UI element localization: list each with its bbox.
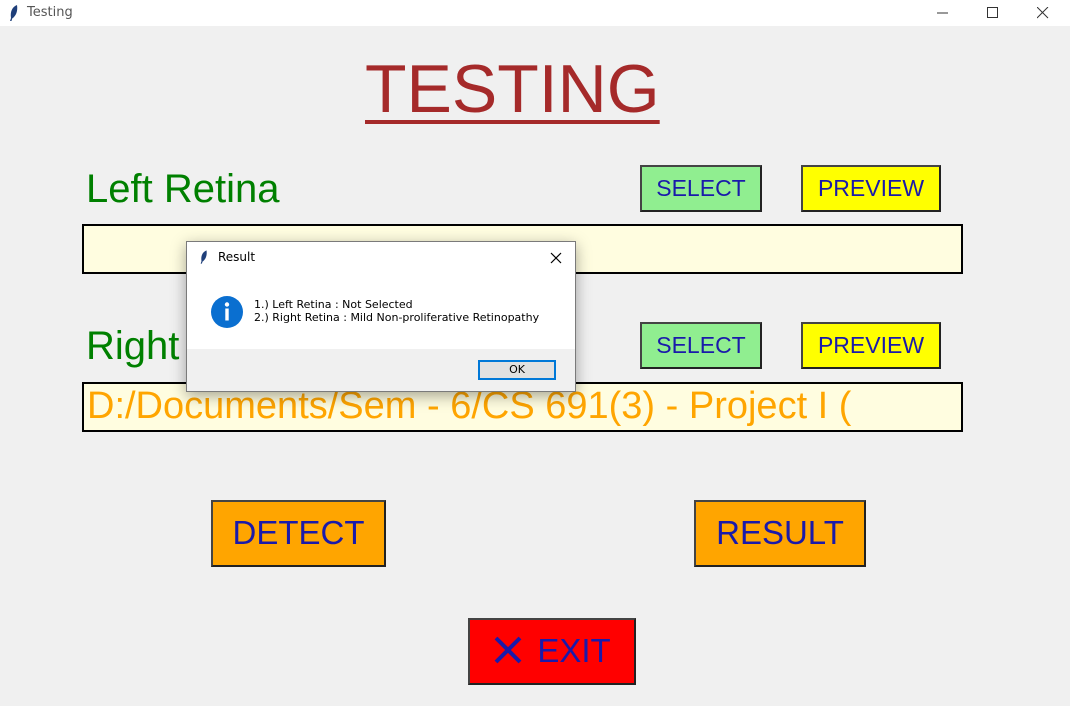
left-preview-button[interactable]: PREVIEW [801,165,941,212]
dialog-message-line-2: 2.) Right Retina : Mild Non-proliferativ… [254,311,540,324]
dialog-title: Result [218,250,256,264]
right-select-button[interactable]: SELECT [640,322,762,369]
close-icon [1037,7,1049,19]
info-icon [211,296,243,328]
detect-button[interactable]: DETECT [211,500,386,567]
result-button[interactable]: RESULT [694,500,866,567]
feather-icon [200,250,207,264]
minimize-icon [937,12,948,14]
right-preview-button[interactable]: PREVIEW [801,322,941,369]
dialog-message-line-1: 1.) Left Retina : Not Selected [254,298,413,311]
page-heading: TESTING [365,51,660,127]
feather-icon [10,5,18,21]
exit-button[interactable]: EXIT [468,618,636,685]
ok-button[interactable]: OK [478,360,556,380]
close-x-icon [494,636,522,664]
exit-label: EXIT [537,632,611,669]
maximize-icon [987,7,998,18]
left-retina-label: Left Retina [86,167,280,211]
window-title: Testing [27,5,73,20]
close-button[interactable] [1020,0,1066,26]
result-dialog: Result 1.) Left Retina : Not Selected 2.… [186,241,576,392]
dialog-footer: OK [187,349,575,391]
left-select-button[interactable]: SELECT [640,165,762,212]
minimize-button[interactable] [920,0,966,26]
title-bar: Testing [0,0,1070,26]
dialog-close-icon[interactable] [549,251,563,265]
maximize-button[interactable] [970,0,1016,26]
